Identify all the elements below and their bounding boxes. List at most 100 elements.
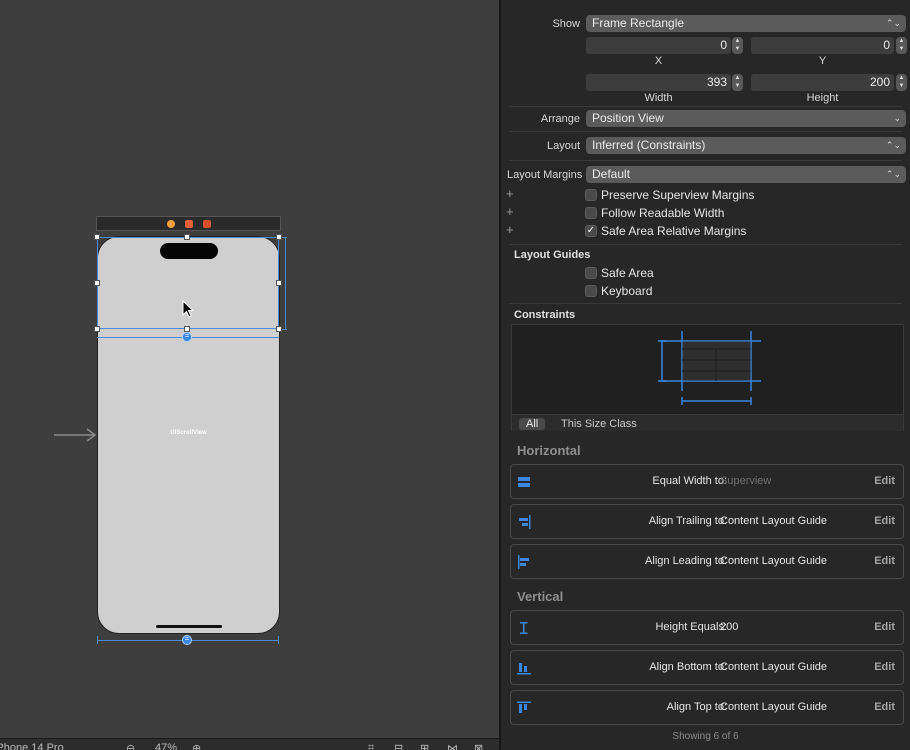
constraint-row-align-leading[interactable]: Align Leading to: Content Layout Guide E… bbox=[510, 544, 904, 579]
constraint-count: Showing 6 of 6 bbox=[672, 731, 739, 742]
checkbox[interactable] bbox=[585, 267, 597, 279]
mouse-cursor-icon bbox=[182, 300, 195, 318]
layout-value: Inferred (Constraints) bbox=[592, 138, 706, 152]
align-trailing-icon bbox=[519, 515, 531, 529]
layout-margins-value: Default bbox=[592, 167, 631, 181]
divider bbox=[509, 303, 902, 304]
width-stepper[interactable]: ▲ ▼ bbox=[732, 74, 743, 91]
add-variation-icon[interactable]: + bbox=[506, 204, 514, 219]
constraint-row-align-top[interactable]: Align Top to: Content Layout Guide Edit bbox=[510, 690, 904, 725]
edit-button[interactable]: Edit bbox=[874, 475, 895, 487]
edit-button[interactable]: Edit bbox=[874, 701, 895, 713]
vertical-title: Vertical bbox=[517, 589, 564, 604]
constraint-description: Align Top to: bbox=[666, 701, 727, 713]
align-bottom-icon bbox=[517, 663, 531, 675]
height-stepper[interactable]: ▲ ▼ bbox=[896, 74, 907, 91]
x-stepper[interactable]: ▲ ▼ bbox=[732, 37, 743, 54]
resize-handle-left[interactable] bbox=[94, 280, 100, 286]
checkbox[interactable] bbox=[585, 207, 597, 219]
updown-chevron-icon: ⌃⌄ bbox=[885, 140, 901, 150]
constraint-description: Align Bottom to: bbox=[649, 661, 727, 673]
constraint-row-align-trailing[interactable]: Align Trailing to: Content Layout Guide … bbox=[510, 504, 904, 539]
resize-handle-top[interactable] bbox=[184, 234, 190, 240]
zoom-in-icon[interactable]: ⊕ bbox=[192, 742, 201, 750]
height-field[interactable]: 200 bbox=[751, 74, 894, 91]
exit-icon[interactable] bbox=[203, 220, 211, 228]
checkbox[interactable] bbox=[585, 189, 597, 201]
resize-handle-bottom-right[interactable] bbox=[276, 326, 282, 332]
checkbox-label: Safe Area bbox=[601, 266, 654, 280]
constraint-row-align-bottom[interactable]: Align Bottom to: Content Layout Guide Ed… bbox=[510, 650, 904, 685]
height-constraint-line[interactable] bbox=[285, 237, 286, 329]
align-icon[interactable]: ⊟ bbox=[394, 742, 403, 750]
constraint-target: Content Layout Guide bbox=[720, 555, 828, 567]
checkmark-icon[interactable]: ✓ bbox=[585, 225, 597, 237]
constraint-tick bbox=[278, 636, 279, 644]
constraint-target: Content Layout Guide bbox=[720, 661, 828, 673]
embed-in-icon[interactable]: ⌗ bbox=[368, 742, 374, 750]
tab-this-size-class[interactable]: This Size Class bbox=[554, 418, 644, 430]
checkbox[interactable] bbox=[585, 285, 597, 297]
layout-popup[interactable]: Inferred (Constraints) ⌃⌄ bbox=[586, 137, 906, 154]
constraint-row-equal-width[interactable]: Equal Width to: Superview Edit bbox=[510, 464, 904, 499]
add-constraints-icon[interactable]: ⊞ bbox=[420, 742, 429, 750]
divider bbox=[509, 131, 902, 132]
scroll-view-label: UIScrollView bbox=[170, 430, 207, 436]
zoom-level: 47% bbox=[155, 742, 178, 750]
update-frames-icon[interactable]: ⊠ bbox=[474, 742, 483, 750]
constraint-target: Content Layout Guide bbox=[720, 515, 828, 527]
equal-constraint-badge[interactable]: = bbox=[182, 635, 192, 645]
constraint-tick bbox=[97, 636, 98, 644]
resize-handle-bottom-left[interactable] bbox=[94, 326, 100, 332]
scene-dock[interactable] bbox=[96, 216, 281, 231]
size-inspector: Show Frame Rectangle ⌃⌄ 0 ▲ ▼ 0 ▲ ▼ X Y 39… bbox=[501, 0, 910, 750]
edit-button[interactable]: Edit bbox=[874, 661, 895, 673]
constraint-target: Superview bbox=[720, 475, 772, 487]
constraint-description: Equal Width to: bbox=[652, 475, 727, 487]
resize-handle-top-right[interactable] bbox=[276, 234, 282, 240]
view-controller-icon[interactable] bbox=[167, 220, 175, 228]
show-value: Frame Rectangle bbox=[592, 16, 685, 30]
add-variation-icon[interactable]: + bbox=[506, 186, 514, 201]
entry-point-arrow-icon[interactable] bbox=[54, 428, 98, 442]
arrange-label: Arrange bbox=[540, 113, 580, 125]
canvas-bottom-bar: iPhone 14 Pro ⊖ 47% ⊕ ⌗ ⊟ ⊞ ⋈ ⊠ bbox=[0, 738, 500, 750]
interface-builder-canvas[interactable]: UIScrollView = = bbox=[0, 0, 500, 738]
constraint-target: 200 bbox=[720, 621, 739, 633]
edit-button[interactable]: Edit bbox=[874, 621, 895, 633]
xcode-window: UIScrollView = = iPhone 14 Pro ⊖ 47% ⊕ ⌗… bbox=[0, 0, 910, 750]
constraint-description: Align Leading to: bbox=[645, 555, 727, 567]
size-class-segmented-control[interactable]: All This Size Class bbox=[512, 414, 903, 431]
resize-handle-right[interactable] bbox=[276, 280, 282, 286]
arrange-value: Position View bbox=[592, 111, 664, 125]
updown-chevron-icon: ⌃⌄ bbox=[885, 18, 901, 28]
arrange-popup[interactable]: Position View ⌄ bbox=[586, 110, 906, 127]
constraints-preview-icon bbox=[658, 331, 761, 405]
checkbox-label: Safe Area Relative Margins bbox=[601, 224, 747, 238]
align-leading-icon bbox=[518, 555, 529, 569]
home-indicator bbox=[156, 625, 222, 628]
zoom-out-icon[interactable]: ⊖ bbox=[126, 742, 135, 750]
layout-margins-popup[interactable]: Default ⌃⌄ bbox=[586, 166, 906, 183]
width-field[interactable]: 393 bbox=[586, 74, 731, 91]
constraints-diagram[interactable]: All This Size Class bbox=[511, 324, 904, 431]
x-field[interactable]: 0 bbox=[586, 37, 731, 54]
constraint-row-height-equals[interactable]: Height Equals: 200 Edit bbox=[510, 610, 904, 645]
y-field[interactable]: 0 bbox=[751, 37, 894, 54]
add-variation-icon[interactable]: + bbox=[506, 222, 514, 237]
divider bbox=[509, 160, 902, 161]
edit-button[interactable]: Edit bbox=[874, 515, 895, 527]
divider bbox=[509, 244, 902, 245]
tab-all[interactable]: All bbox=[519, 418, 546, 430]
show-popup[interactable]: Frame Rectangle ⌃⌄ bbox=[586, 15, 906, 32]
checkbox-label: Keyboard bbox=[601, 284, 653, 298]
edit-button[interactable]: Edit bbox=[874, 555, 895, 567]
equal-constraint-badge[interactable]: = bbox=[182, 332, 192, 342]
y-stepper[interactable]: ▲ ▼ bbox=[896, 37, 907, 54]
first-responder-icon[interactable] bbox=[185, 220, 193, 228]
resolve-issues-icon[interactable]: ⋈ bbox=[447, 742, 458, 750]
device-selector[interactable]: iPhone 14 Pro bbox=[0, 742, 64, 750]
updown-chevron-icon: ⌃⌄ bbox=[885, 169, 901, 179]
resize-handle-top-left[interactable] bbox=[94, 234, 100, 240]
constraint-description: Height Equals: bbox=[655, 621, 727, 633]
